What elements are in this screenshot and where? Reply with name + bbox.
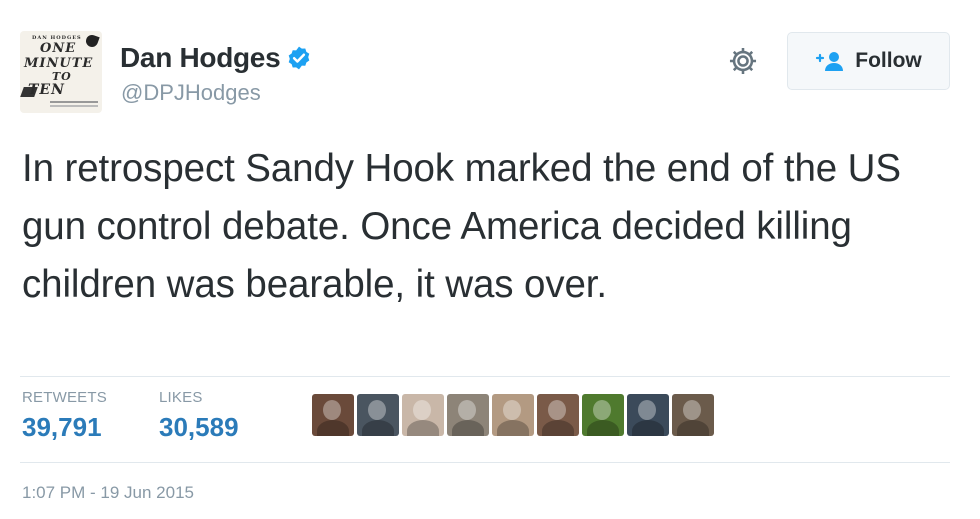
avatar-title-line: MINUTE bbox=[24, 56, 94, 71]
liker-avatar[interactable] bbox=[447, 394, 489, 436]
tweet-timestamp[interactable]: 1:07 PM - 19 Jun 2015 bbox=[22, 483, 194, 503]
author-display-name[interactable]: Dan Hodges bbox=[120, 42, 281, 74]
follow-user-icon bbox=[816, 52, 844, 71]
liker-avatar[interactable] bbox=[537, 394, 579, 436]
verified-badge-icon bbox=[289, 46, 310, 70]
avatar[interactable]: DAN HODGES ONE MINUTE TO TEN bbox=[20, 31, 102, 113]
follow-label: Follow bbox=[855, 49, 922, 72]
author-name-row[interactable]: Dan Hodges bbox=[120, 42, 312, 74]
likes-stat[interactable]: LIKES 30,589 bbox=[159, 389, 239, 443]
avatar-title-line: TEN bbox=[28, 82, 65, 98]
gear-icon[interactable] bbox=[726, 44, 760, 78]
liker-avatar[interactable] bbox=[492, 394, 534, 436]
divider bbox=[20, 376, 950, 377]
avatar-ink-mark bbox=[84, 33, 100, 49]
follow-button[interactable]: Follow bbox=[787, 32, 950, 90]
liker-avatar[interactable] bbox=[672, 394, 714, 436]
retweets-stat[interactable]: RETWEETS 39,791 bbox=[22, 389, 107, 443]
retweets-label: RETWEETS bbox=[22, 389, 107, 406]
tweet-text: In retrospect Sandy Hook marked the end … bbox=[22, 147, 901, 306]
liker-avatar[interactable] bbox=[312, 394, 354, 436]
likes-label: LIKES bbox=[159, 389, 203, 406]
liker-avatar[interactable] bbox=[402, 394, 444, 436]
liker-avatar[interactable] bbox=[357, 394, 399, 436]
avatar-fine-print bbox=[50, 101, 98, 103]
divider bbox=[20, 462, 950, 463]
retweets-count[interactable]: 39,791 bbox=[22, 412, 107, 443]
author-handle[interactable]: @DPJHodges bbox=[121, 80, 261, 106]
liker-avatar[interactable] bbox=[627, 394, 669, 436]
liker-avatar[interactable] bbox=[582, 394, 624, 436]
liker-avatars bbox=[312, 394, 714, 436]
likes-count[interactable]: 30,589 bbox=[159, 412, 239, 443]
avatar-title-line: ONE bbox=[40, 41, 77, 56]
